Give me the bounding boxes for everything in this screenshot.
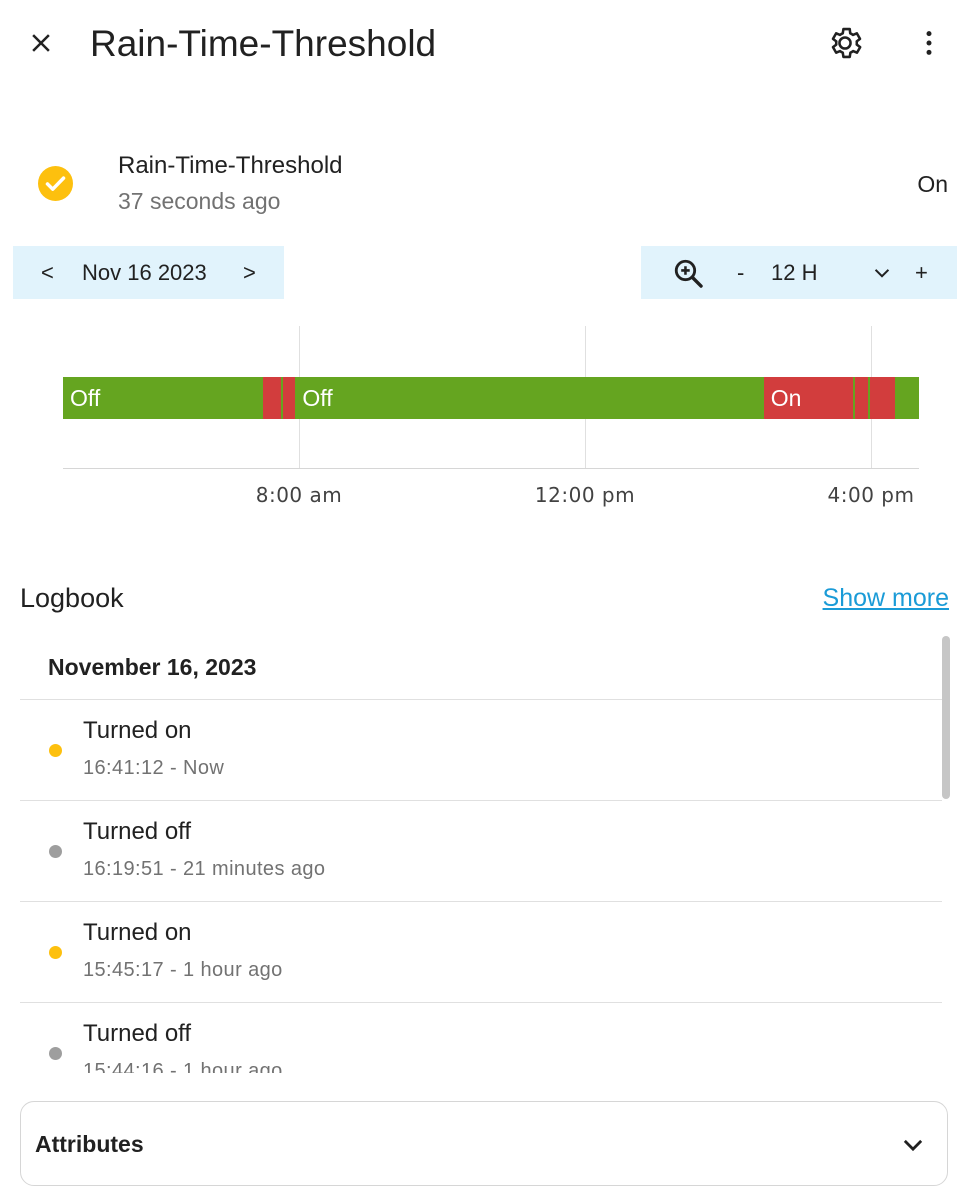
timeline-segment-off[interactable]: [295, 377, 764, 419]
timeline-segment-on[interactable]: [854, 377, 869, 419]
logbook-entry-time: 15:45:17 - 1 hour ago: [83, 959, 283, 981]
logbook-entry[interactable]: Turned on 15:45:17 - 1 hour ago: [20, 902, 942, 1003]
date-picker: < Nov 16 2023 >: [13, 246, 284, 299]
close-icon: [32, 34, 50, 52]
attributes-expander[interactable]: Attributes: [20, 1101, 948, 1186]
grid-line: [299, 326, 300, 468]
state-dot-icon: [49, 744, 62, 757]
settings-button[interactable]: [821, 19, 869, 67]
range-dropdown-button[interactable]: [871, 262, 893, 289]
timeline-segment-label: On: [770, 385, 802, 411]
logbook-entry[interactable]: Turned off 15:44:16 - 1 hour ago: [20, 1003, 942, 1073]
timeline-segment-off[interactable]: [63, 377, 264, 419]
logbook-title: Logbook: [20, 583, 124, 613]
timeline-segment-on[interactable]: [763, 377, 854, 419]
logbook-entry[interactable]: Turned on 16:41:12 - Now: [20, 700, 942, 801]
timeline-segment-off[interactable]: [281, 377, 283, 419]
state-dot-icon: [49, 845, 62, 858]
more-options-button[interactable]: [905, 19, 953, 67]
state-bar: Off Off On: [63, 377, 919, 419]
entity-state-icon: [38, 166, 73, 206]
chevron-down-icon: [874, 269, 890, 278]
next-day-button[interactable]: >: [243, 246, 256, 299]
date-display[interactable]: Nov 16 2023: [82, 246, 207, 299]
logbook-entry-time: 15:44:16 - 1 hour ago: [83, 1060, 283, 1073]
logbook-entry-time: 16:19:51 - 21 minutes ago: [83, 858, 326, 880]
x-tick-label: 4:00 pm: [827, 483, 915, 507]
timeline-segment-off[interactable]: [853, 377, 855, 419]
previous-day-button[interactable]: <: [41, 246, 54, 299]
timeline-segment-off[interactable]: [868, 377, 870, 419]
zoom-plus-button[interactable]: +: [915, 246, 928, 299]
zoom-controls: - 12 H +: [641, 246, 957, 299]
zoom-minus-button[interactable]: -: [737, 246, 744, 299]
zoom-in-icon[interactable]: [672, 257, 706, 296]
state-dot-icon: [49, 946, 62, 959]
grid-line: [585, 326, 586, 468]
check-circle-icon: [38, 166, 73, 201]
attributes-label: Attributes: [35, 1131, 144, 1157]
logbook-entry-message: Turned on: [83, 919, 192, 946]
chevron-down-icon: [899, 1131, 927, 1164]
logbook-entry-message: Turned on: [83, 717, 192, 744]
gear-icon: [831, 27, 862, 59]
entity-last-changed: 37 seconds ago: [118, 188, 281, 214]
timeline-segment-label: Off: [70, 385, 101, 411]
timeline-segment-on[interactable]: [869, 377, 895, 419]
logbook-entry-message: Turned off: [83, 818, 192, 845]
timeline-segment-on[interactable]: [263, 377, 282, 419]
dialog-title: Rain-Time-Threshold: [90, 23, 437, 64]
timeline-segment-on[interactable]: [282, 377, 296, 419]
logbook-entry[interactable]: Turned off 16:19:51 - 21 minutes ago: [20, 801, 942, 902]
entity-name: Rain-Time-Threshold: [118, 152, 343, 179]
x-tick-label: 12:00 pm: [534, 483, 636, 507]
logbook-entry-time: 16:41:12 - Now: [83, 757, 225, 779]
logbook-entry-message: Turned off: [83, 1020, 192, 1047]
range-select[interactable]: 12 H: [771, 246, 817, 299]
state-dot-icon: [49, 1047, 62, 1060]
entity-state: On: [917, 171, 948, 197]
x-tick-label: 8:00 am: [255, 483, 343, 507]
logbook-date-header: November 16, 2023: [20, 636, 942, 700]
logbook-list[interactable]: November 16, 2023 Turned on 16:41:12 - No…: [20, 636, 942, 1073]
x-axis-line: [63, 468, 919, 469]
grid-line: [871, 326, 872, 468]
timeline-segment-label: Off: [302, 385, 333, 411]
show-more-link[interactable]: Show more: [823, 581, 949, 615]
timeline-segment-off[interactable]: [894, 377, 919, 419]
close-button[interactable]: [17, 19, 65, 67]
logbook-scrollbar[interactable]: [942, 636, 950, 799]
dots-vertical-icon: [926, 31, 932, 55]
